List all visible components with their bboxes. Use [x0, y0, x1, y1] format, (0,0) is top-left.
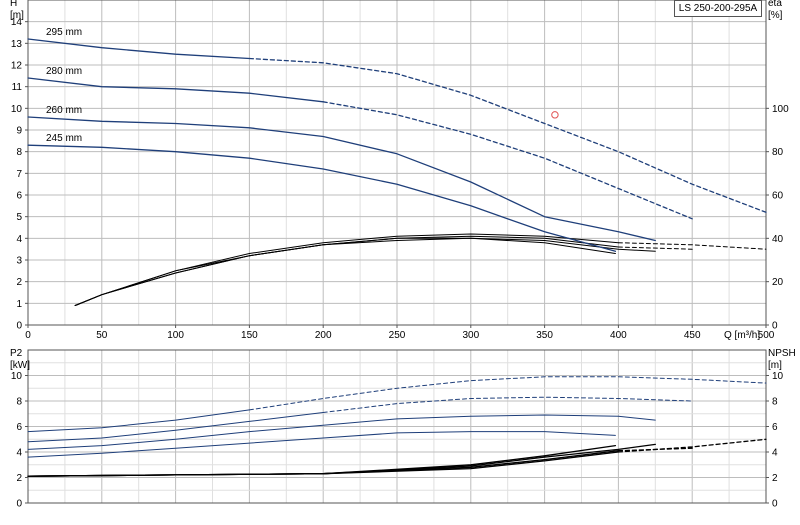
- impeller-diameter-label: 280 mm: [46, 66, 82, 77]
- right-tick-label: 0: [772, 499, 778, 510]
- x-tick-label: 100: [167, 330, 184, 341]
- right-tick-label: 6: [772, 422, 778, 433]
- left-tick-label: 2: [16, 277, 22, 288]
- head-curve: [27, 116, 656, 242]
- head-efficiency-plot: 01234567891011121314020406080100H[m]eta[…: [10, 0, 789, 341]
- left-tick-label: 8: [16, 147, 22, 158]
- left-tick-label: 12: [11, 61, 23, 72]
- left-tick-label: 5: [16, 212, 22, 223]
- x-tick-label: 0: [25, 330, 31, 341]
- efficiency-curve: [74, 237, 616, 306]
- right-axis-label: eta: [768, 0, 782, 9]
- right-axis-unit: [%]: [768, 10, 783, 21]
- left-tick-label: 0: [16, 321, 22, 332]
- right-tick-label: 60: [772, 191, 784, 202]
- right-tick-label: 10: [772, 371, 784, 382]
- left-tick-label: 6: [16, 422, 22, 433]
- x-tick-label: 50: [96, 330, 108, 341]
- left-axis-label: H: [10, 0, 17, 9]
- x-tick-label: 200: [315, 330, 332, 341]
- x-tick-label: 400: [610, 330, 627, 341]
- x-tick-label: 250: [389, 330, 406, 341]
- left-tick-label: 11: [12, 82, 23, 93]
- right-tick-label: 80: [772, 147, 784, 158]
- pump-performance-chart: 01234567891011121314020406080100H[m]eta[…: [10, 0, 796, 510]
- left-tick-label: 10: [11, 371, 23, 382]
- impeller-diameter-label: 245 mm: [46, 133, 82, 144]
- right-tick-label: 100: [772, 104, 789, 115]
- left-tick-label: 4: [16, 448, 22, 459]
- right-tick-label: 40: [772, 234, 784, 245]
- left-axis-unit: [m]: [10, 10, 24, 21]
- left-tick-label: 2: [16, 473, 22, 484]
- efficiency-curve: [74, 235, 619, 306]
- right-tick-label: 2: [772, 473, 778, 484]
- right-tick-label: 8: [772, 397, 778, 408]
- left-tick-label: 1: [16, 299, 22, 310]
- left-tick-label: 7: [16, 169, 22, 180]
- x-tick-label: 150: [241, 330, 258, 341]
- left-tick-label: 6: [16, 191, 22, 202]
- x-tick-label: 350: [536, 330, 553, 341]
- npsh-curve: [27, 443, 656, 477]
- product-label: LS 250-200-295A: [674, 0, 762, 17]
- x-tick-label: 300: [462, 330, 479, 341]
- impeller-diameter-label: 260 mm: [46, 105, 82, 116]
- left-tick-label: 8: [16, 397, 22, 408]
- right-tick-label: 4: [772, 448, 778, 459]
- left-tick-label: 3: [16, 256, 22, 267]
- x-tick-label: 500: [758, 330, 775, 341]
- left-tick-label: 9: [16, 126, 22, 137]
- x-axis-label: Q [m³/h]: [724, 330, 760, 341]
- right-axis-unit: [m]: [768, 360, 782, 371]
- left-axis-unit: [kW]: [10, 360, 30, 371]
- duty-point-marker: [551, 111, 559, 119]
- left-tick-label: 0: [16, 499, 22, 510]
- right-axis-label: NPSH: [768, 348, 796, 359]
- right-tick-label: 20: [772, 277, 784, 288]
- left-tick-label: 4: [16, 234, 22, 245]
- left-tick-label: 13: [11, 39, 23, 50]
- efficiency-curve: [74, 237, 656, 306]
- efficiency-curve: [74, 233, 619, 306]
- left-axis-label: P2: [10, 348, 23, 359]
- x-tick-label: 450: [684, 330, 701, 341]
- power-npsh-plot: 0 2 4 6 8 10 0 2 4 6 8 10 P2[kW] NPSH[m]: [10, 348, 796, 510]
- impeller-diameter-label: 295 mm: [46, 27, 82, 38]
- left-tick-label: 10: [11, 104, 23, 115]
